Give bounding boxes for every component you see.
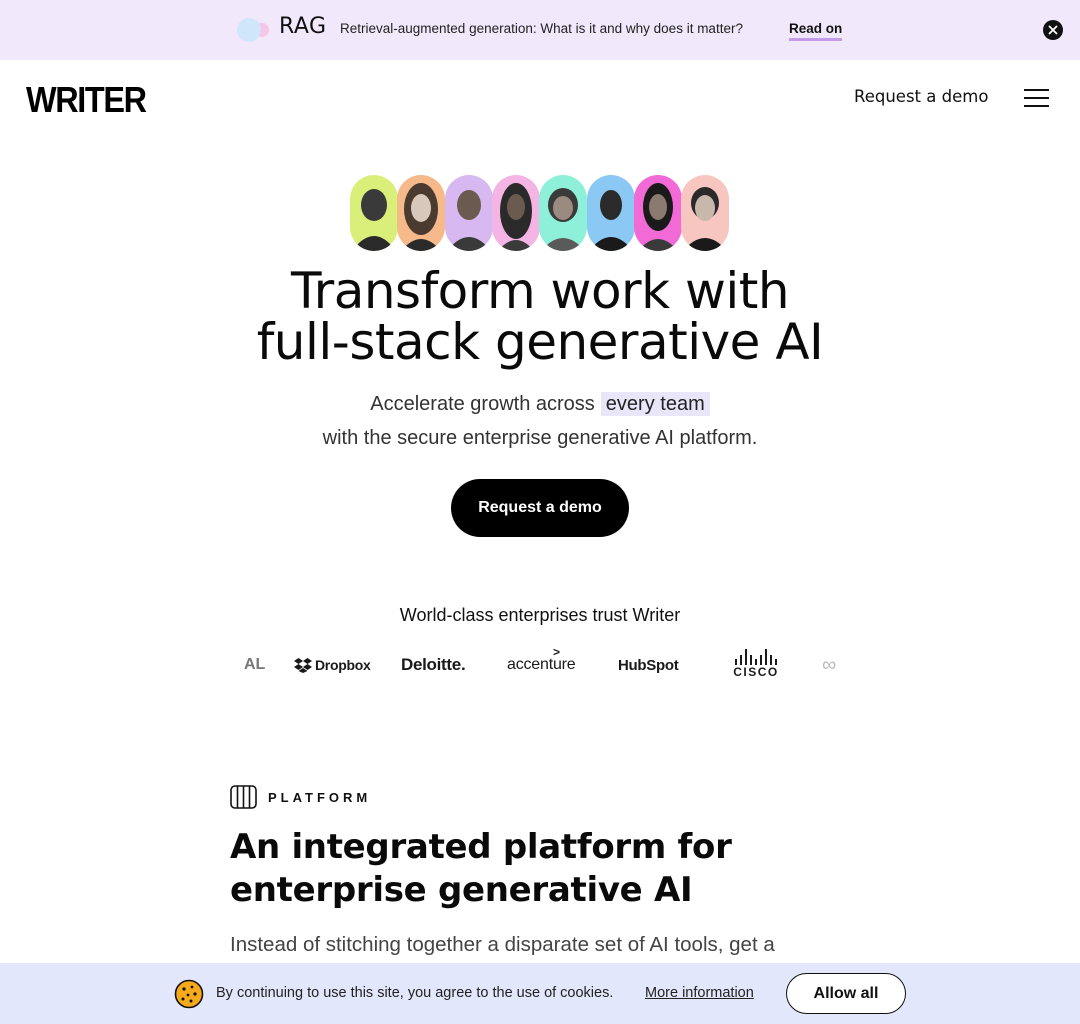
announcement-label: RAG	[279, 14, 327, 39]
dropbox-wordmark: Dropbox	[315, 657, 371, 673]
dropbox-logo: Dropbox	[294, 645, 371, 685]
hero-subtitle-highlight: every team	[600, 392, 710, 416]
accenture-logo: > accenture	[507, 645, 576, 685]
announcement-message: Retrieval-augmented generation: What is …	[340, 21, 743, 36]
platform-body: Instead of stitching together a disparat…	[230, 933, 775, 956]
hero-title-line2: full-stack generative AI	[256, 313, 824, 371]
cisco-bars-icon	[735, 649, 777, 665]
partial-logo-icon: ∞	[822, 653, 836, 676]
allow-all-button[interactable]: Allow all	[786, 973, 906, 1014]
avatar	[492, 175, 540, 251]
trust-heading: World-class enterprises trust Writer	[399, 605, 681, 625]
more-information-link[interactable]: More information	[645, 985, 754, 1001]
avatar	[539, 175, 587, 251]
cisco-wordmark: CISCO	[733, 665, 779, 679]
deloitte-logo: Deloitte.	[401, 655, 466, 674]
announcement-bar: RAG Retrieval-augmented generation: What…	[0, 0, 1080, 60]
hero-title-line1: Transform work with	[290, 262, 790, 320]
hamburger-menu-icon[interactable]	[1024, 89, 1050, 107]
hubspot-logo: HubSpot	[618, 656, 679, 674]
platform-icon	[230, 785, 257, 809]
nav-request-demo-link[interactable]: Request a demo	[854, 87, 988, 106]
hero-title: Transform work with full-stack generativ…	[0, 266, 1080, 368]
avatar	[634, 175, 682, 251]
customer-logo-strip: AL Dropbox Deloitte. > accenture HubSpot…	[244, 645, 836, 685]
dropbox-icon	[294, 658, 312, 673]
accenture-mark-icon: >	[553, 645, 560, 659]
avatar	[350, 175, 398, 251]
read-on-link[interactable]: Read on	[789, 21, 843, 41]
writer-logo[interactable]: WRITER	[26, 79, 147, 121]
platform-title-line1: An integrated platform for	[230, 827, 732, 867]
hero-subtitle-line2: with the secure enterprise generative AI…	[322, 427, 758, 449]
cookie-banner: By continuing to use this site, you agre…	[0, 963, 1080, 1024]
avatar	[587, 175, 635, 251]
avatar	[445, 175, 493, 251]
accenture-wordmark: accenture	[507, 656, 576, 673]
request-demo-button[interactable]: Request a demo	[451, 479, 629, 537]
avatar-strip	[350, 175, 730, 251]
cookie-message: By continuing to use this site, you agre…	[216, 985, 614, 1001]
platform-title-line2: enterprise generative AI	[230, 870, 693, 910]
close-icon[interactable]	[1043, 20, 1063, 40]
platform-eyebrow: PLATFORM	[268, 790, 372, 805]
cisco-logo: CISCO	[728, 645, 784, 685]
avatar	[397, 175, 445, 251]
platform-title: An integrated platform for enterprise ge…	[230, 826, 850, 912]
avatar	[681, 175, 729, 251]
logo-partial-left: AL	[244, 656, 266, 673]
hero-subtitle: Accelerate growth across every team	[0, 392, 1080, 416]
cookie-icon	[174, 979, 204, 1009]
hero-subtitle-prefix: Accelerate growth across	[370, 393, 595, 415]
rag-icon	[237, 18, 269, 42]
